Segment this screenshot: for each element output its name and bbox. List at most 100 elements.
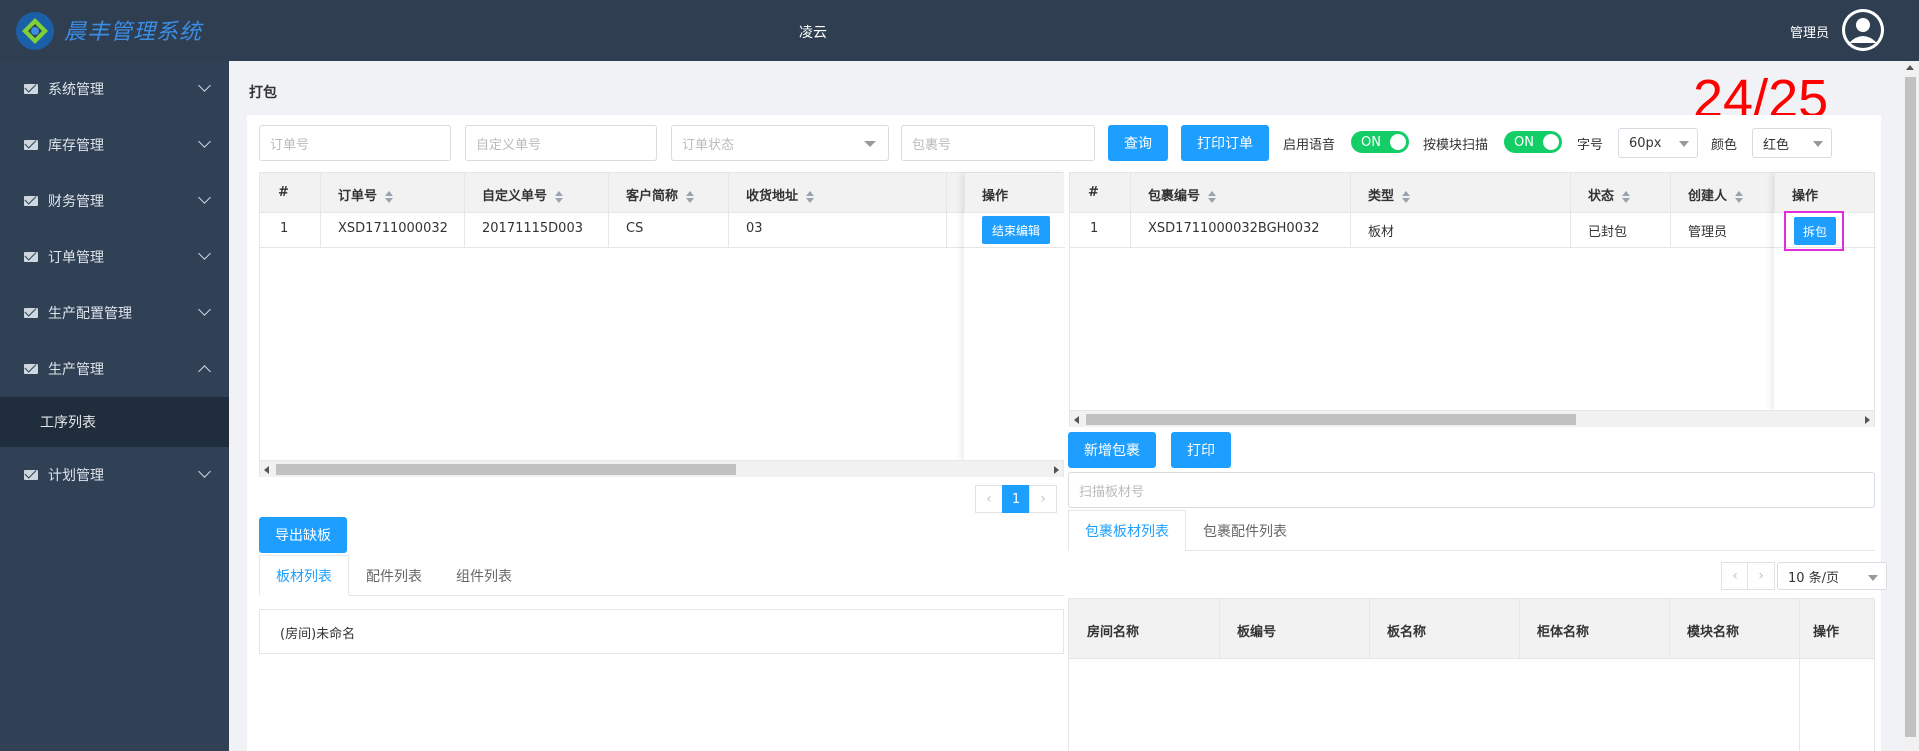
sidebar-item-production[interactable]: 生产管理 — [0, 341, 229, 397]
order-status-placeholder: 订单状态 — [682, 137, 735, 153]
sort-icon[interactable] — [385, 190, 394, 203]
voice-switch-text: ON — [1361, 134, 1381, 150]
packages-col-creator[interactable]: 创建人 — [1688, 185, 1744, 204]
column-label: 创建人 — [1688, 189, 1728, 204]
scroll-left-icon[interactable] — [1074, 416, 1079, 424]
scrollbar-thumb[interactable] — [1086, 414, 1576, 425]
font-size-select[interactable]: 60px — [1618, 128, 1698, 158]
sidebar-item-system[interactable]: 系统管理 — [0, 61, 229, 117]
custom-no-input[interactable]: 自定义单号 — [465, 125, 657, 161]
orders-col-customer[interactable]: 客户简称 — [626, 185, 695, 204]
room-name[interactable]: (房间)未命名 — [280, 623, 355, 642]
orders-col-action: 操作 — [982, 189, 1009, 204]
packages-horizontal-scrollbar[interactable] — [1070, 410, 1874, 427]
chevron-down-icon — [198, 303, 211, 316]
content-panel: 订单号 自定义单号 订单状态 包裹号 查询 打印订单 启用语音 ON 按模块扫描… — [247, 115, 1887, 751]
export-missing-board-button[interactable]: 导出缺板 — [259, 517, 347, 553]
sort-icon[interactable] — [1208, 190, 1217, 203]
user-name[interactable]: 管理员 — [1790, 22, 1829, 41]
table-cell: 板材 — [1368, 225, 1395, 240]
column-label: 状态 — [1588, 189, 1615, 204]
sort-icon[interactable] — [1402, 190, 1411, 203]
packages-col-index: # — [1088, 185, 1099, 200]
orders-col-address[interactable]: 收货地址 — [746, 185, 815, 204]
chevron-down-icon — [198, 135, 211, 148]
query-button[interactable]: 查询 — [1108, 125, 1168, 161]
packages-col-action: 操作 — [1792, 189, 1819, 204]
font-size-value: 60px — [1629, 135, 1662, 151]
column-label: 包裹编号 — [1148, 189, 1201, 204]
tab-fitting-list[interactable]: 配件列表 — [349, 555, 439, 596]
orders-horizontal-scrollbar[interactable] — [260, 460, 1063, 477]
chevron-down-icon — [198, 465, 211, 478]
column-label: 类型 — [1368, 189, 1395, 204]
orders-col-order-no[interactable]: 订单号 — [338, 185, 394, 204]
scroll-right-icon[interactable] — [1054, 466, 1059, 474]
orders-col-custom-no[interactable]: 自定义单号 — [482, 185, 564, 204]
sort-icon[interactable] — [1622, 190, 1631, 203]
sort-icon[interactable] — [555, 190, 564, 203]
page-size-value: 10 条/页 — [1788, 570, 1840, 586]
mail-icon — [24, 364, 38, 374]
sidebar-item-finance[interactable]: 财务管理 — [0, 173, 229, 229]
end-edit-button[interactable]: 结束编辑 — [982, 216, 1050, 244]
board-col-board-name: 板名称 — [1387, 625, 1427, 640]
tab-package-fitting-list[interactable]: 包裹配件列表 — [1186, 510, 1304, 551]
sort-icon[interactable] — [806, 190, 815, 203]
caret-down-icon — [1813, 141, 1823, 147]
pager-prev-button[interactable]: ‹ — [975, 485, 1003, 513]
pager-next-button[interactable]: › — [1029, 485, 1057, 513]
sidebar-subitem-process-list[interactable]: 工序列表 — [0, 397, 229, 447]
color-select[interactable]: 红色 — [1752, 128, 1832, 158]
print-order-button[interactable]: 打印订单 — [1181, 125, 1269, 161]
board-col-room: 房间名称 — [1087, 625, 1140, 640]
sidebar-item-plan[interactable]: 计划管理 — [0, 447, 229, 503]
brand-title: 晨丰管理系统 — [64, 20, 203, 45]
print-button[interactable]: 打印 — [1171, 432, 1231, 468]
board-col-board-no: 板编号 — [1237, 625, 1277, 640]
scan-board-input[interactable]: 扫描板材号 — [1068, 472, 1875, 508]
unpack-button[interactable]: 拆包 — [1794, 217, 1836, 245]
tab-package-board-list[interactable]: 包裹板材列表 — [1068, 510, 1186, 551]
orders-fixed-action-column: 操作 结束编辑 — [964, 173, 1064, 460]
table-cell: 管理员 — [1688, 225, 1728, 240]
order-status-select[interactable]: 订单状态 — [671, 125, 889, 161]
packages-col-type[interactable]: 类型 — [1368, 185, 1411, 204]
avatar[interactable] — [1842, 9, 1884, 51]
add-package-button[interactable]: 新增包裹 — [1068, 432, 1156, 468]
sidebar-item-production-config[interactable]: 生产配置管理 — [0, 285, 229, 341]
pager-prev-button[interactable]: ‹ — [1721, 562, 1749, 590]
module-scan-switch[interactable]: ON — [1504, 131, 1562, 153]
page-size-select[interactable]: 10 条/页 — [1777, 562, 1887, 590]
pager-next-button[interactable]: › — [1747, 562, 1775, 590]
packages-fixed-action-column: 操作 拆包 — [1774, 173, 1874, 410]
sidebar-item-label: 计划管理 — [48, 468, 104, 484]
sort-icon[interactable] — [686, 190, 695, 203]
sidebar-item-label: 财务管理 — [48, 194, 104, 210]
scroll-right-icon[interactable] — [1865, 416, 1870, 424]
pager-page-1[interactable]: 1 — [1002, 485, 1030, 513]
table-cell: XSD1711000032BGH0032 — [1148, 221, 1320, 236]
left-tabs: 板材列表 配件列表 组件列表 — [259, 555, 1064, 596]
package-board-table-header — [1069, 599, 1874, 659]
column-label: 收货地址 — [746, 189, 799, 204]
scroll-up-icon[interactable] — [1906, 65, 1914, 70]
sidebar-item-inventory[interactable]: 库存管理 — [0, 117, 229, 173]
chevron-up-icon — [198, 365, 211, 378]
scroll-left-icon[interactable] — [264, 466, 269, 474]
sidebar-item-orders[interactable]: 订单管理 — [0, 229, 229, 285]
page-vertical-scrollbar[interactable] — [1902, 61, 1919, 751]
order-no-input[interactable]: 订单号 — [259, 125, 451, 161]
packages-col-status[interactable]: 状态 — [1588, 185, 1631, 204]
tab-board-list[interactable]: 板材列表 — [259, 555, 349, 596]
caret-down-icon — [1868, 575, 1878, 581]
sidebar-item-label: 生产配置管理 — [48, 306, 132, 322]
orders-col-index: # — [278, 185, 289, 200]
tab-component-list[interactable]: 组件列表 — [439, 555, 529, 596]
scrollbar-thumb[interactable] — [1905, 77, 1916, 737]
scrollbar-thumb[interactable] — [276, 464, 736, 475]
package-no-input[interactable]: 包裹号 — [901, 125, 1095, 161]
voice-switch[interactable]: ON — [1351, 131, 1409, 153]
sort-icon[interactable] — [1735, 190, 1744, 203]
packages-col-package-no[interactable]: 包裹编号 — [1148, 185, 1217, 204]
